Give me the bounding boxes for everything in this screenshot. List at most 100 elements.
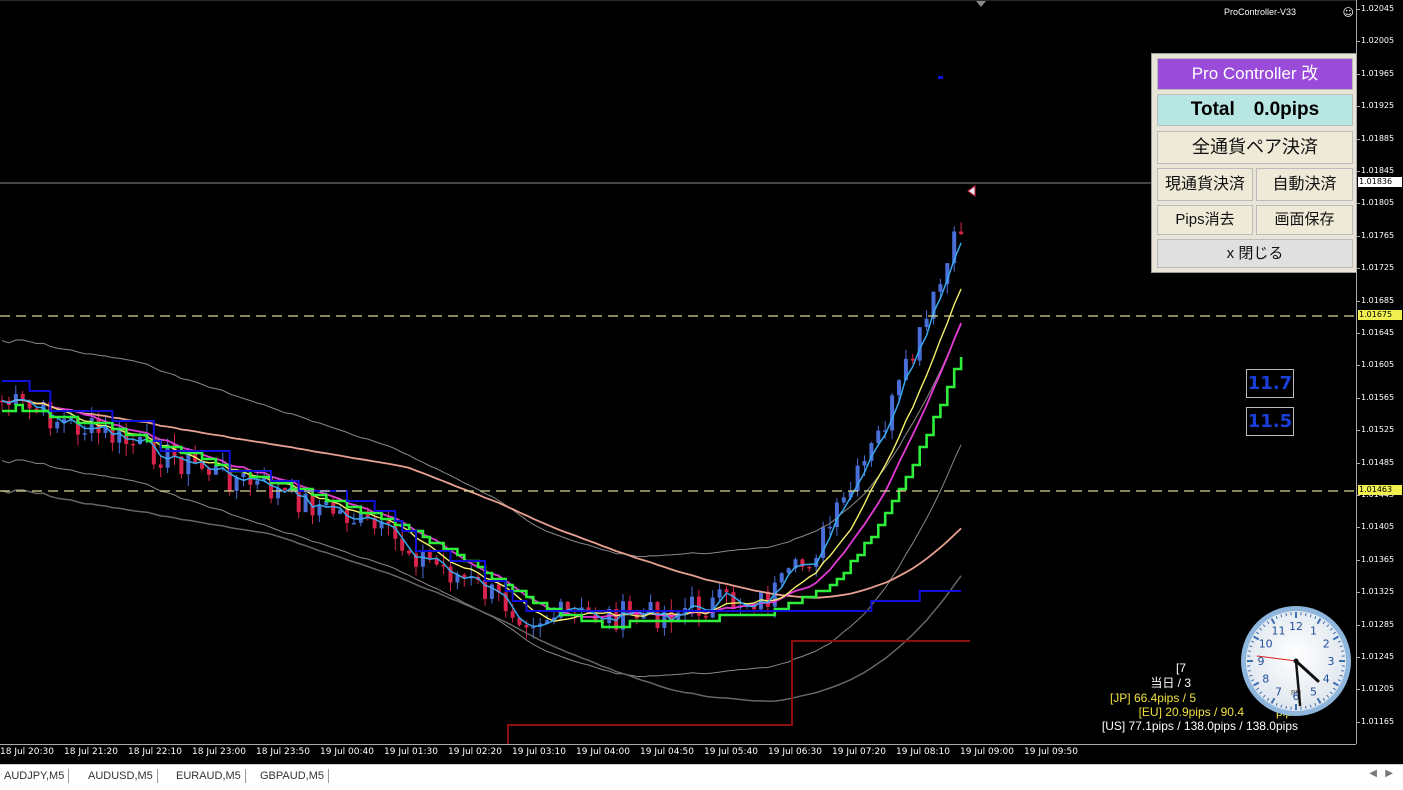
chart-tab[interactable]: AUDJPY,M5 <box>0 769 69 783</box>
time-label: 19 Jul 06:30 <box>768 747 822 757</box>
close-panel-button[interactable]: x 閉じる <box>1157 239 1353 268</box>
smiley-icon: ☺ <box>1343 6 1354 19</box>
tabs-scroll-left-icon[interactable]: ◀ <box>1369 768 1377 779</box>
candle-body <box>897 380 901 395</box>
price-tick <box>1357 203 1360 204</box>
price-axis[interactable]: 1.020451.020051.019651.019251.018851.018… <box>1356 0 1403 744</box>
clock-tick <box>1248 651 1251 652</box>
price-label: 1.01685 <box>1361 296 1394 306</box>
close-all-pairs-button[interactable]: 全通貨ペア決済 <box>1157 131 1353 164</box>
clock-number: 5 <box>1310 685 1317 698</box>
candle-body <box>731 592 735 608</box>
chart-tab[interactable]: AUDUSD,M5 <box>84 769 158 783</box>
stats-line-today: 当日 / 3 <box>1150 676 1191 690</box>
clock-tick <box>1286 613 1287 616</box>
candle-body <box>235 477 239 491</box>
pip-box-lower: 11.5 <box>1246 407 1294 436</box>
candle-body <box>938 284 942 292</box>
candle-body <box>407 551 411 554</box>
price-tick <box>1357 236 1360 237</box>
chart-shift-marker-icon[interactable] <box>976 1 986 7</box>
time-label: 19 Jul 02:20 <box>448 747 502 757</box>
chart-tabs-bar: AUDJPY,M5 AUDUSD,M5 EURAUD,M5 GBPAUD,M5 ◀ ▶ <box>0 764 1403 790</box>
signal-dot <box>938 76 943 79</box>
candle-body <box>283 488 287 490</box>
price-label: 1.01405 <box>1361 522 1394 532</box>
candle-body <box>524 625 528 628</box>
auto-close-button[interactable]: 自動決済 <box>1256 168 1353 201</box>
current-price-badge: 1.01836 <box>1358 177 1402 187</box>
stats-line-us: [US] 77.1pips / 138.0pips / 138.0pips <box>1102 719 1298 733</box>
time-label: 18 Jul 23:00 <box>192 747 246 757</box>
chart-area[interactable]: ProController-V33 ☺ Pro Controller 改 Tot… <box>0 0 1356 745</box>
price-tick <box>1357 398 1360 399</box>
candle-body <box>807 567 811 569</box>
price-tick <box>1357 171 1360 172</box>
price-label: 1.01525 <box>1361 425 1394 435</box>
price-tick <box>1357 139 1360 140</box>
clock-number: 1 <box>1310 625 1317 638</box>
price-tick <box>1357 657 1360 658</box>
candle-body <box>911 359 915 361</box>
candle-body <box>918 327 922 360</box>
price-tick <box>1357 560 1360 561</box>
candle-body <box>352 523 356 525</box>
candle-body <box>828 527 832 529</box>
stats-line-eu: [EU] 20.9pips / 90.4 <box>1139 705 1244 719</box>
price-label: 1.01645 <box>1361 328 1394 338</box>
chart-tab[interactable]: GBPAUD,M5 <box>256 769 329 783</box>
clock-tick <box>1341 671 1344 672</box>
time-label: 18 Jul 23:50 <box>256 747 310 757</box>
candle-body <box>876 431 880 444</box>
stats-line-jp: [JP] 66.4pips / 5 <box>1110 691 1196 705</box>
price-tick <box>1357 722 1360 723</box>
time-label: 19 Jul 09:00 <box>960 747 1014 757</box>
close-current-pair-button[interactable]: 現通貨決済 <box>1157 168 1253 201</box>
time-axis[interactable]: 18 Jul 20:3018 Jul 21:2018 Jul 22:1018 J… <box>0 744 1356 765</box>
time-label: 18 Jul 21:20 <box>64 747 118 757</box>
lower-level-badge: 1.01463 <box>1358 485 1402 495</box>
candle-body <box>959 231 963 234</box>
price-tick <box>1357 9 1360 10</box>
price-label: 1.01885 <box>1361 134 1394 144</box>
clock-number: 7 <box>1275 685 1282 698</box>
candle-body <box>842 497 846 502</box>
candle-body <box>925 319 929 327</box>
clock-number: 11 <box>1272 625 1286 638</box>
controller-version-label: ProController-V33 <box>1224 7 1296 17</box>
ma-8-line <box>2 289 961 621</box>
clock-number: 8 <box>1262 673 1269 686</box>
save-screenshot-button[interactable]: 画面保存 <box>1256 205 1353 235</box>
price-tick <box>1357 333 1360 334</box>
time-label: 19 Jul 03:10 <box>512 747 566 757</box>
clock-tick <box>1248 671 1251 672</box>
price-marker-icon <box>968 186 975 196</box>
candle-body <box>863 461 867 466</box>
tabs-scroll-right-icon[interactable]: ▶ <box>1385 768 1393 779</box>
ma-12-line <box>2 323 961 617</box>
price-tick <box>1357 301 1360 302</box>
analog-clock: 121234567891011 PM <box>1239 604 1353 718</box>
clock-center <box>1294 659 1299 664</box>
candle-body <box>131 444 135 446</box>
candle-body <box>725 589 729 592</box>
candle-body <box>255 480 259 484</box>
price-tick <box>1357 495 1360 496</box>
price-label: 1.01605 <box>1361 360 1394 370</box>
clock-number: 10 <box>1259 638 1273 651</box>
clear-pips-button[interactable]: Pips消去 <box>1157 205 1253 235</box>
candle-body <box>511 611 515 618</box>
candle-body <box>718 589 722 597</box>
candle-body <box>780 573 784 582</box>
price-label: 1.01325 <box>1361 587 1394 597</box>
chart-tab[interactable]: EURAUD,M5 <box>172 769 246 783</box>
candle-body <box>483 580 487 599</box>
price-label: 1.01725 <box>1361 263 1394 273</box>
time-label: 19 Jul 05:40 <box>704 747 758 757</box>
price-label: 1.01485 <box>1361 458 1394 468</box>
candle-body <box>83 433 87 435</box>
time-label: 19 Jul 00:40 <box>320 747 374 757</box>
candle-body <box>117 430 121 443</box>
candle-body <box>317 505 321 515</box>
price-label: 1.01565 <box>1361 393 1394 403</box>
